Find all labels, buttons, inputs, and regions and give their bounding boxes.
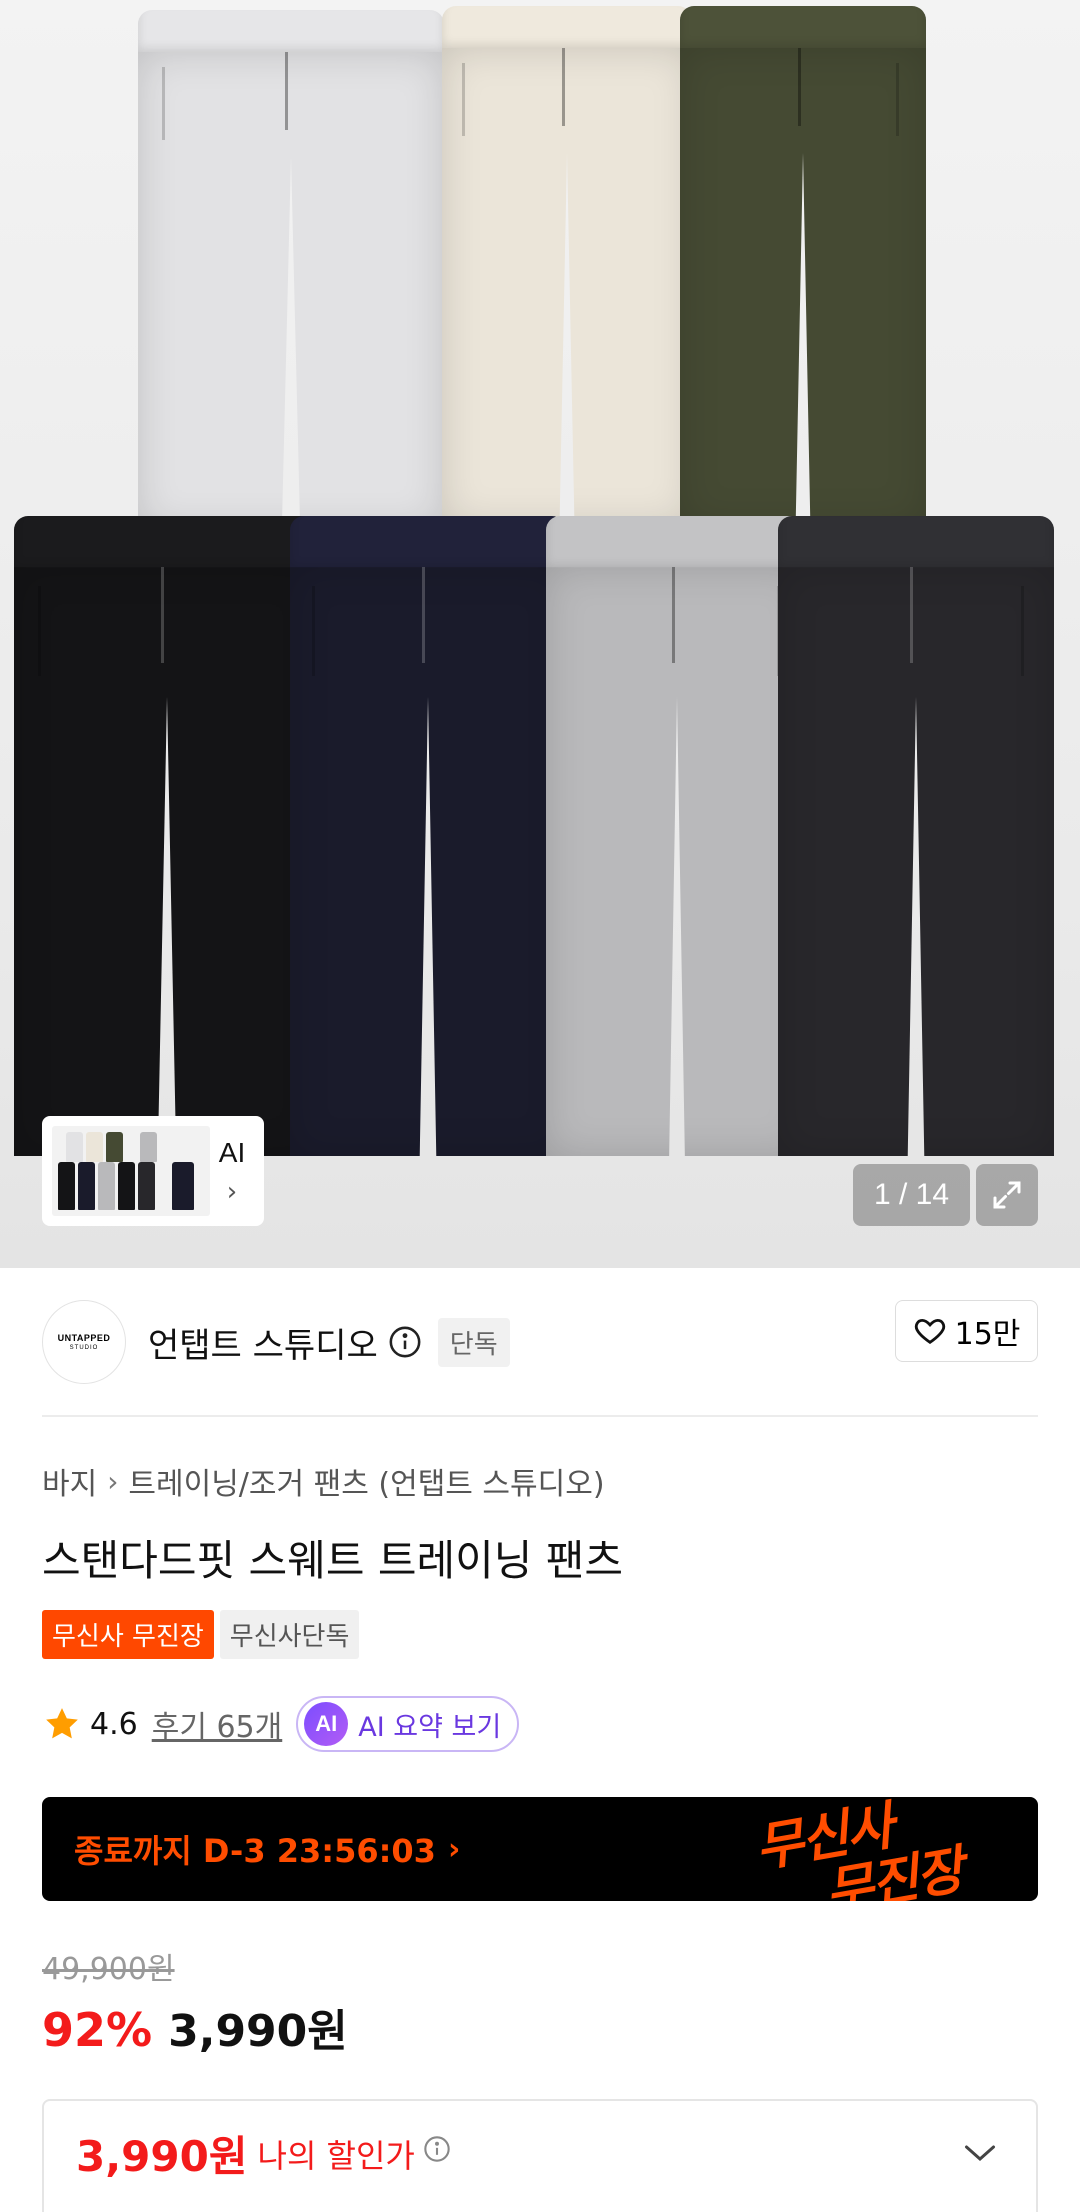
final-price: 3,990원: [168, 2006, 348, 2057]
brand-row: UNTAPPED STUDIO 언탭트 스튜디오 단독 15만: [42, 1300, 1038, 1384]
pants-black: [14, 516, 320, 1156]
brand-name[interactable]: 언탭트 스튜디오: [148, 1318, 378, 1367]
star-icon: [46, 1708, 78, 1739]
breadcrumb-category[interactable]: 바지: [42, 1459, 97, 1503]
chevron-right-icon: ›: [226, 1177, 238, 1207]
my-discount-price: 3,990원: [76, 2132, 248, 2181]
info-icon[interactable]: [388, 1325, 422, 1359]
ai-summary-label: AI 요약 보기: [358, 1711, 502, 1743]
product-image-gallery[interactable]: AI › 1 / 14: [0, 0, 1080, 1268]
pants-navy: [290, 516, 566, 1156]
exclusive-tag: 단독: [437, 1317, 510, 1367]
breadcrumb-subcategory[interactable]: 트레이닝/조거 팬츠 (언탭트 스튜디오): [128, 1459, 604, 1503]
image-counter: 1 / 14: [853, 1164, 970, 1226]
expand-button[interactable]: [976, 1164, 1038, 1226]
brand-logo-line1: UNTAPPED: [57, 1333, 111, 1343]
thumbnail-ai-label: AI: [218, 1137, 246, 1168]
tag-exclusive: 무신사단독: [219, 1610, 360, 1659]
pants-melange-grey: [546, 516, 808, 1156]
my-discount-label: 나의 할인가: [257, 2137, 415, 2175]
pants-khaki: [680, 6, 926, 526]
like-count: 15만: [954, 1317, 1021, 1352]
product-tags: 무신사 무진장 무신사단독: [42, 1610, 360, 1659]
like-button[interactable]: 15만: [895, 1300, 1038, 1362]
thumbnail-image: [52, 1126, 210, 1216]
sale-timer-banner[interactable]: 종료까지 D-3 23:56:03 › 무신사 무진장: [42, 1797, 1038, 1901]
mujinjang-logo: 무신사 무진장: [724, 1797, 1024, 1901]
ai-summary-button[interactable]: AI AI 요약 보기: [296, 1696, 520, 1752]
brand-logo[interactable]: UNTAPPED STUDIO: [42, 1300, 126, 1384]
rating-row: 4.6 후기 65개 AI AI 요약 보기: [42, 1696, 520, 1752]
brand-logo-line2: STUDIO: [69, 1345, 99, 1351]
divider: [42, 1415, 1038, 1417]
discount-rate: 92%: [42, 2003, 153, 2057]
pants-cream: [442, 6, 692, 526]
price-row: 92% 3,990원: [42, 1995, 348, 2059]
original-price: 49,900원: [42, 1952, 175, 1987]
chevron-right-icon: ›: [447, 1831, 461, 1867]
ai-icon: AI: [304, 1702, 349, 1746]
my-discount-price-box[interactable]: 3,990원 나의 할인가: [42, 2099, 1038, 2212]
info-icon[interactable]: [423, 2135, 451, 2163]
pants-charcoal: [778, 516, 1054, 1156]
review-link[interactable]: 후기 65개: [152, 1702, 283, 1746]
pants-light-grey: [138, 10, 444, 530]
product-title: 스탠다드핏 스웨트 트레이닝 팬츠: [42, 1536, 624, 1585]
ai-thumbnail-card[interactable]: AI ›: [42, 1116, 264, 1226]
chevron-right-icon: ›: [107, 1464, 119, 1498]
rating-value: 4.6: [90, 1706, 138, 1742]
timer-text: 종료까지 D-3 23:56:03: [74, 1832, 436, 1870]
chevron-down-icon[interactable]: [962, 2141, 998, 2165]
tag-mujinjang: 무신사 무진장: [42, 1610, 214, 1659]
expand-icon: [993, 1181, 1021, 1209]
heart-icon: [914, 1318, 945, 1345]
breadcrumb: 바지 › 트레이닝/조거 팬츠 (언탭트 스튜디오): [42, 1459, 605, 1503]
